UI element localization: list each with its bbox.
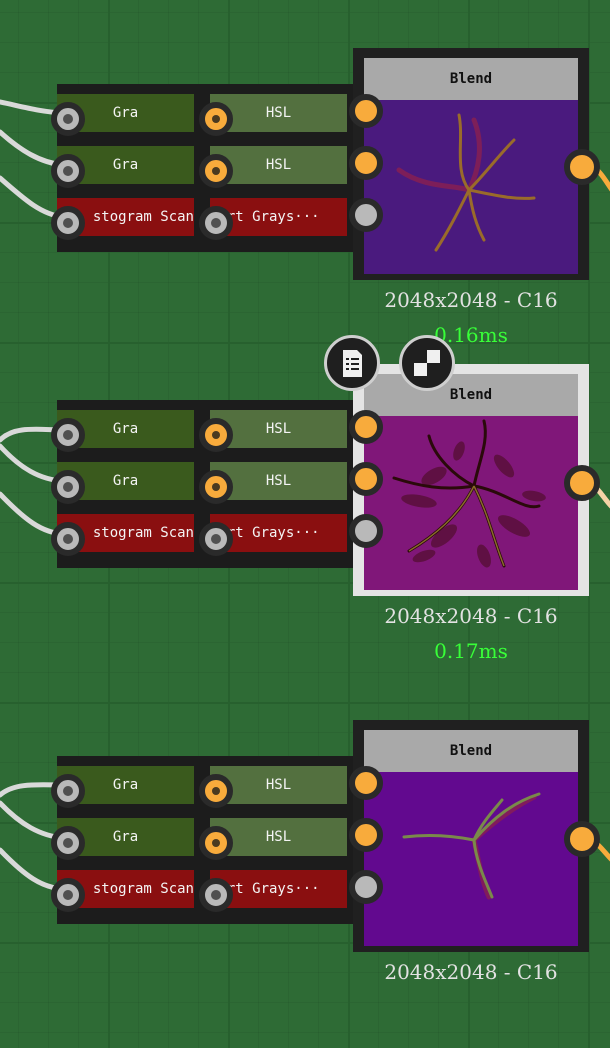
input-node-hsl[interactable]: HSL bbox=[199, 88, 355, 136]
blend-output-socket[interactable] bbox=[564, 149, 600, 185]
node-timing: 0.16ms bbox=[434, 323, 508, 347]
input-node-histogram-scan[interactable]: stogram Scan bbox=[51, 192, 207, 240]
input-node-invert-grayscale[interactable]: vert Grays··· bbox=[199, 508, 355, 556]
blend-node-selected[interactable]: Blend bbox=[353, 364, 589, 596]
node-group-1: Gra Gra stogram Scan HSL HSL vert Grays·… bbox=[0, 48, 610, 376]
hsl-node-column: HSL HSL vert Grays··· bbox=[199, 400, 355, 568]
input-socket[interactable] bbox=[51, 878, 85, 912]
node-timing: 0.17ms bbox=[434, 639, 508, 663]
blend-input-socket[interactable] bbox=[349, 514, 383, 548]
input-socket[interactable] bbox=[199, 470, 233, 504]
node-title: Blend bbox=[364, 374, 578, 416]
checker-icon[interactable] bbox=[399, 335, 455, 391]
input-node-gradient[interactable]: Gra bbox=[51, 812, 207, 860]
node-resolution: 2048x2048 - C16 bbox=[384, 960, 558, 984]
node-title: Blend bbox=[364, 58, 578, 100]
input-node-invert-grayscale[interactable]: vert Grays··· bbox=[199, 864, 355, 912]
blend-node[interactable]: Blend bbox=[353, 720, 589, 952]
blend-output-socket[interactable] bbox=[564, 821, 600, 857]
input-node-column: Gra Gra stogram Scan bbox=[51, 84, 207, 252]
node-resolution: 2048x2048 - C16 bbox=[384, 604, 558, 628]
document-list-icon[interactable] bbox=[324, 335, 380, 391]
input-node-column: Gra Gra stogram Scan bbox=[51, 400, 207, 568]
input-socket[interactable] bbox=[51, 522, 85, 556]
input-socket[interactable] bbox=[199, 878, 233, 912]
blend-input-socket[interactable] bbox=[349, 870, 383, 904]
blend-output-socket[interactable] bbox=[564, 465, 600, 501]
input-node-hsl[interactable]: HSL bbox=[199, 404, 355, 452]
node-preview bbox=[364, 100, 578, 274]
hsl-node-column: HSL HSL vert Grays··· bbox=[199, 756, 355, 924]
input-socket[interactable] bbox=[199, 206, 233, 240]
input-node-hsl[interactable]: HSL bbox=[199, 140, 355, 188]
input-node-column: Gra Gra stogram Scan bbox=[51, 756, 207, 924]
input-node-hsl[interactable]: HSL bbox=[199, 760, 355, 808]
blend-node[interactable]: Blend bbox=[353, 48, 589, 280]
input-socket[interactable] bbox=[51, 206, 85, 240]
input-socket[interactable] bbox=[51, 470, 85, 504]
node-preview bbox=[364, 416, 578, 590]
node-title: Blend bbox=[364, 730, 578, 772]
node-group-2: Gra Gra stogram Scan HSL HSL vert Grays·… bbox=[0, 364, 610, 692]
blend-input-socket[interactable] bbox=[349, 462, 383, 496]
blend-input-socket[interactable] bbox=[349, 146, 383, 180]
input-socket[interactable] bbox=[199, 154, 233, 188]
input-socket[interactable] bbox=[51, 154, 85, 188]
node-group-3: Gra Gra stogram Scan HSL HSL vert Grays·… bbox=[0, 720, 610, 1048]
input-socket[interactable] bbox=[199, 774, 233, 808]
input-socket[interactable] bbox=[199, 826, 233, 860]
input-node-invert-grayscale[interactable]: vert Grays··· bbox=[199, 192, 355, 240]
input-socket[interactable] bbox=[199, 522, 233, 556]
input-socket[interactable] bbox=[199, 418, 233, 452]
input-node-hsl[interactable]: HSL bbox=[199, 456, 355, 504]
blend-input-socket[interactable] bbox=[349, 198, 383, 232]
input-node-histogram-scan[interactable]: stogram Scan bbox=[51, 508, 207, 556]
input-socket[interactable] bbox=[51, 826, 85, 860]
input-socket[interactable] bbox=[199, 102, 233, 136]
input-node-histogram-scan[interactable]: stogram Scan bbox=[51, 864, 207, 912]
node-preview bbox=[364, 772, 578, 946]
blend-input-socket[interactable] bbox=[349, 94, 383, 128]
blend-input-socket[interactable] bbox=[349, 766, 383, 800]
blend-input-socket[interactable] bbox=[349, 410, 383, 444]
input-node-gradient[interactable]: Gra bbox=[51, 88, 207, 136]
node-resolution: 2048x2048 - C16 bbox=[384, 288, 558, 312]
input-node-hsl[interactable]: HSL bbox=[199, 812, 355, 860]
input-socket[interactable] bbox=[51, 418, 85, 452]
input-socket[interactable] bbox=[51, 774, 85, 808]
input-node-gradient[interactable]: Gra bbox=[51, 140, 207, 188]
input-node-gradient[interactable]: Gra bbox=[51, 456, 207, 504]
blend-input-socket[interactable] bbox=[349, 818, 383, 852]
hsl-node-column: HSL HSL vert Grays··· bbox=[199, 84, 355, 252]
input-node-gradient[interactable]: Gra bbox=[51, 760, 207, 808]
input-node-gradient[interactable]: Gra bbox=[51, 404, 207, 452]
input-socket[interactable] bbox=[51, 102, 85, 136]
